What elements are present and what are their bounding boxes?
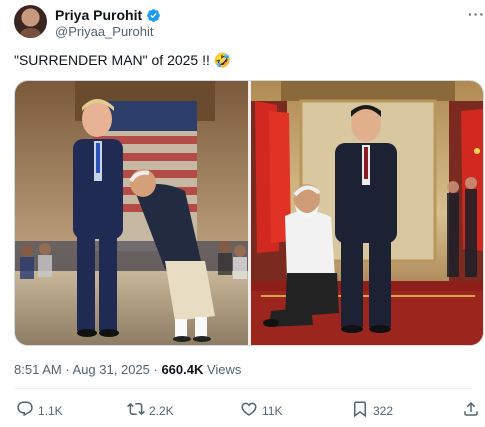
photo-right[interactable] [251, 81, 483, 345]
author-name-row: Priya Purohit [55, 7, 161, 23]
repost-button[interactable]: 2.2K [127, 400, 174, 421]
reply-count: 1.1K [38, 403, 63, 418]
avatar[interactable] [14, 5, 47, 38]
display-name[interactable]: Priya Purohit [55, 7, 142, 23]
like-button[interactable]: 11K [240, 400, 282, 421]
heart-icon [240, 400, 258, 421]
more-options-icon[interactable]: ··· [468, 6, 485, 22]
reply-button[interactable]: 1.1K [16, 400, 63, 421]
action-bar: 1.1K 2.2K 11K 322 [14, 400, 478, 424]
views-count: 660.4K [161, 362, 204, 377]
media-grid [14, 80, 484, 346]
like-count: 11K [262, 403, 283, 418]
reply-icon [16, 400, 34, 421]
verified-badge-icon [146, 8, 161, 23]
share-button[interactable] [462, 400, 480, 421]
timestamp[interactable]: 8:51 AM · Aug 31, 2025 · [14, 362, 161, 377]
bookmark-count: 322 [373, 403, 394, 418]
photo-left[interactable] [15, 81, 248, 345]
author-handle[interactable]: @Priyaa_Purohit [55, 24, 153, 39]
bookmark-icon [351, 400, 369, 421]
tweet-meta: 8:51 AM · Aug 31, 2025 · 660.4K Views [14, 362, 241, 377]
bookmark-button[interactable]: 322 [351, 400, 393, 421]
repost-icon [127, 400, 145, 421]
tweet-text: "SURRENDER MAN" of 2025 !! 🤣 [14, 52, 232, 68]
tweet: Priya Purohit @Priyaa_Purohit ··· "SURRE… [0, 0, 485, 427]
repost-count: 2.2K [149, 403, 174, 418]
views-label: Views [203, 362, 242, 377]
share-icon [462, 400, 480, 421]
divider [14, 388, 472, 389]
